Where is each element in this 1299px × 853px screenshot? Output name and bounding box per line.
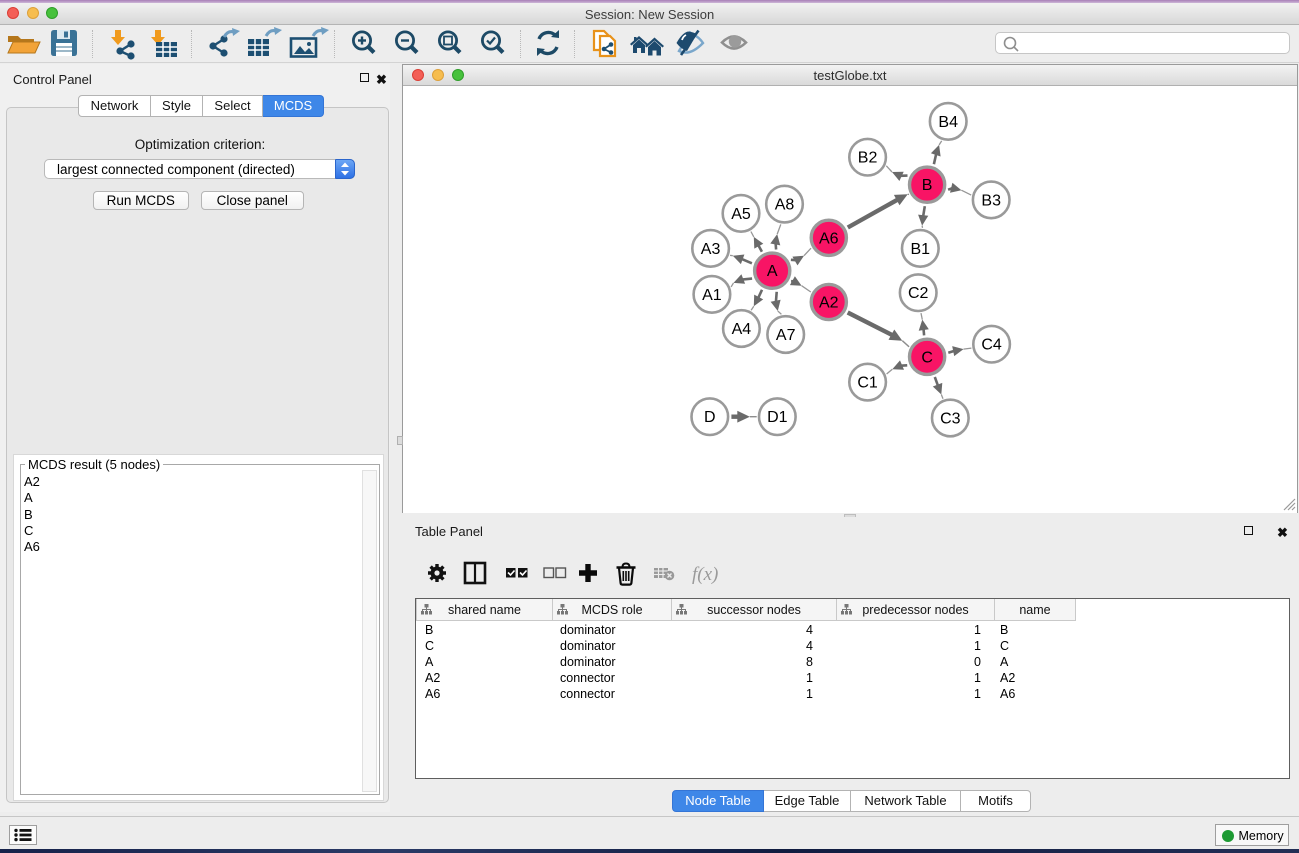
svg-text:B: B	[922, 177, 933, 194]
svg-text:A8: A8	[775, 197, 795, 214]
svg-text:A2: A2	[819, 295, 839, 312]
svg-text:A3: A3	[701, 241, 721, 258]
svg-text:A6: A6	[819, 230, 839, 247]
svg-text:A1: A1	[702, 287, 722, 304]
svg-text:A7: A7	[776, 327, 796, 344]
svg-text:B4: B4	[938, 114, 958, 131]
svg-text:A: A	[767, 263, 778, 280]
svg-text:C4: C4	[981, 337, 1002, 354]
svg-text:B1: B1	[911, 241, 931, 258]
svg-text:B2: B2	[858, 150, 878, 167]
svg-text:C1: C1	[857, 375, 878, 392]
svg-text:A5: A5	[731, 206, 751, 223]
svg-text:C: C	[921, 349, 933, 366]
svg-text:B3: B3	[981, 192, 1001, 209]
svg-text:D: D	[704, 409, 716, 426]
svg-text:D1: D1	[767, 409, 788, 426]
svg-text:f(x): f(x)	[692, 564, 718, 585]
svg-text:C3: C3	[940, 411, 961, 428]
svg-text:C2: C2	[908, 285, 929, 302]
svg-text:A4: A4	[732, 321, 752, 338]
